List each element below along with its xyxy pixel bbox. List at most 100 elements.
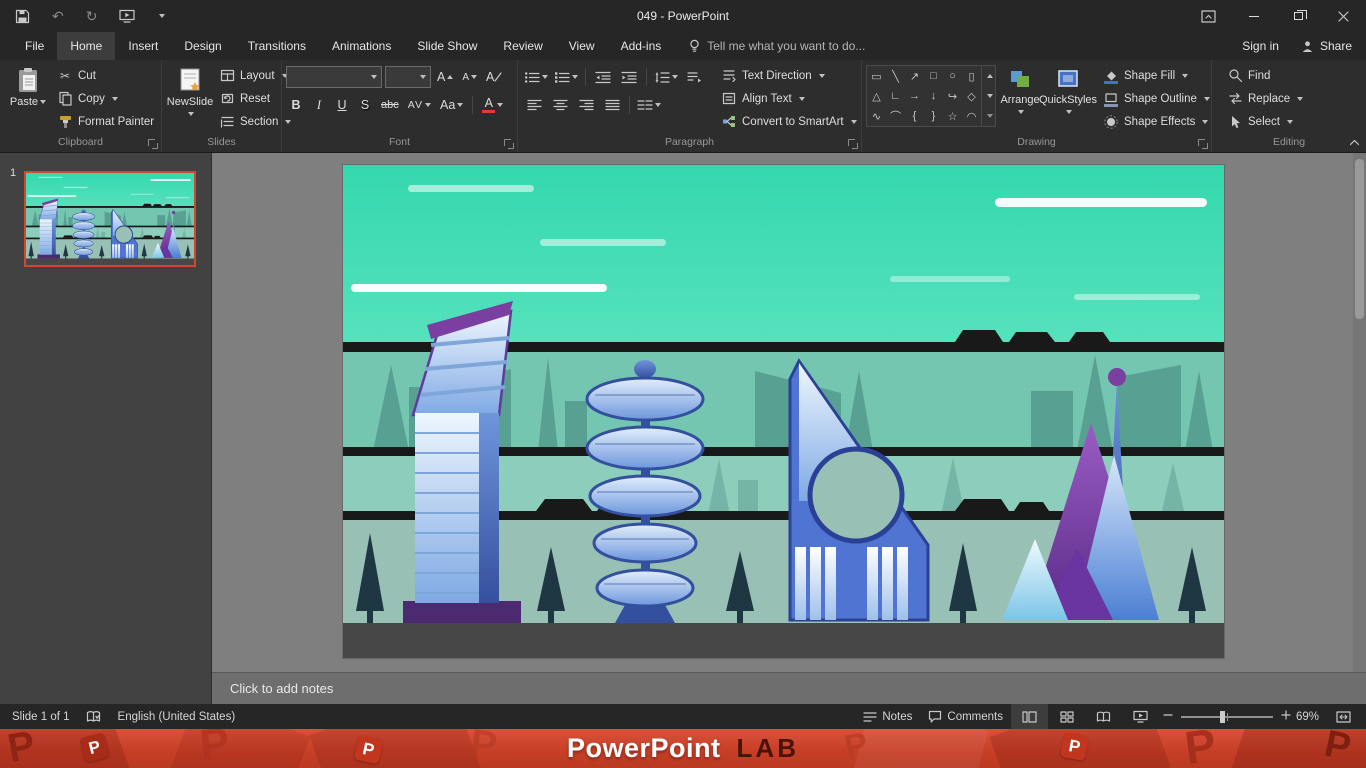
zoom-percentage[interactable]: 69% [1295,711,1325,723]
zoom-slider[interactable] [1181,710,1273,723]
shape-rounded-rectangle[interactable]: ▯ [962,66,981,86]
tab-home[interactable]: Home [57,32,116,60]
minimize-button[interactable] [1231,0,1276,32]
shape-diamond[interactable]: ◇ [962,86,981,106]
shapes-gallery-scrollbar[interactable] [981,66,995,126]
shape-left-brace[interactable]: { [905,106,924,126]
fit-slide-to-window-button[interactable] [1325,704,1362,729]
cut-button[interactable]: ✂ Cut [52,64,159,87]
shape-curve[interactable]: ∿ [867,106,886,126]
slide-show-button[interactable] [1122,704,1159,729]
tell-me-box[interactable]: Tell me what you want to do... [678,32,875,60]
font-dialog-launcher-icon[interactable] [504,139,514,149]
spell-check-button[interactable] [78,704,110,729]
shape-arc[interactable]: ⌒ [886,106,905,126]
save-button[interactable] [4,0,41,32]
increase-font-size-button[interactable]: A [434,66,456,88]
slide-thumbnail[interactable] [24,171,196,267]
drawing-dialog-launcher-icon[interactable] [1198,139,1208,149]
align-right-button[interactable] [574,94,598,116]
shape-star[interactable]: ☆ [943,106,962,126]
new-slide-button[interactable]: NewSlide [166,63,214,122]
font-color-button[interactable]: A [479,94,506,116]
change-case-button[interactable]: Aa [437,94,466,116]
close-button[interactable] [1321,0,1366,32]
font-size-combobox[interactable] [385,66,431,88]
shape-arrow-right[interactable]: → [905,86,924,106]
shape-chord[interactable]: ◠ [962,106,981,126]
find-button[interactable]: Find [1222,64,1308,87]
tab-animations[interactable]: Animations [319,32,404,60]
notes-toggle-button[interactable]: Notes [855,704,920,729]
slide-canvas[interactable] [343,165,1224,658]
reading-view-button[interactable] [1085,704,1122,729]
decrease-indent-button[interactable] [591,66,615,88]
shape-bent-arrow[interactable]: ↪ [943,86,962,106]
tab-review[interactable]: Review [490,32,555,60]
paste-button[interactable]: Paste [4,63,52,110]
bullets-button[interactable] [522,66,550,88]
shape-triangle[interactable]: △ [867,86,886,106]
arrange-button[interactable]: Arrange [996,63,1044,120]
tab-slide-show[interactable]: Slide Show [404,32,490,60]
redo-button[interactable]: ↻ [75,0,109,32]
shape-line[interactable]: ╲ [886,66,905,86]
format-painter-button[interactable]: Format Painter [52,110,159,133]
replace-button[interactable]: Replace [1222,87,1308,110]
justify-button[interactable] [600,94,624,116]
vertical-scrollbar[interactable] [1353,153,1366,672]
shape-textbox[interactable]: ▭ [867,66,886,86]
numbering-button[interactable] [552,66,580,88]
line-spacing-button[interactable] [652,66,680,88]
bold-button[interactable]: B [286,94,306,116]
shape-right-triangle[interactable]: ∟ [886,86,905,106]
align-text-button[interactable]: Align Text [716,87,862,110]
ribbon-display-options-button[interactable] [1186,0,1231,32]
shape-right-brace[interactable]: } [924,106,943,126]
text-shadow-button[interactable]: S [355,94,375,116]
left-to-right-button[interactable] [682,66,706,88]
shape-rectangle[interactable]: □ [924,66,943,86]
zoom-out-button[interactable] [1163,710,1173,723]
sign-in-link[interactable]: Sign in [1242,39,1279,53]
shape-oval[interactable]: ○ [943,66,962,86]
paragraph-dialog-launcher-icon[interactable] [848,139,858,149]
clipboard-dialog-launcher-icon[interactable] [148,139,158,149]
character-spacing-button[interactable]: AV [405,94,434,116]
restore-button[interactable] [1276,0,1321,32]
collapse-ribbon-button[interactable] [1349,135,1360,149]
notes-pane[interactable]: Click to add notes [212,672,1366,704]
slide-sorter-view-button[interactable] [1048,704,1085,729]
comments-toggle-button[interactable]: Comments [920,704,1011,729]
underline-button[interactable]: U [332,94,352,116]
normal-view-button[interactable] [1011,704,1048,729]
quick-styles-button[interactable]: QuickStyles [1039,63,1097,120]
shape-effects-button[interactable]: Shape Effects [1098,110,1215,133]
shape-fill-button[interactable]: Shape Fill [1098,64,1215,87]
strikethrough-button[interactable]: abc [378,94,402,116]
zoom-in-button[interactable] [1281,710,1291,723]
customize-qat-button[interactable] [146,0,176,32]
columns-button[interactable] [635,94,663,116]
shape-arrow-down[interactable]: ↓ [924,86,943,106]
tab-add-ins[interactable]: Add-ins [608,32,675,60]
select-button[interactable]: Select [1222,110,1308,133]
font-name-combobox[interactable] [286,66,382,88]
italic-button[interactable]: I [309,94,329,116]
increase-indent-button[interactable] [617,66,641,88]
language-indicator[interactable]: English (United States) [110,704,244,729]
align-left-button[interactable] [522,94,546,116]
shape-arrow-line[interactable]: ↗ [905,66,924,86]
tab-design[interactable]: Design [171,32,234,60]
text-direction-button[interactable]: Text Direction [716,64,862,87]
align-center-button[interactable] [548,94,572,116]
share-button[interactable]: Share [1301,39,1352,53]
undo-button[interactable]: ↶ [41,0,75,32]
tab-file[interactable]: File [12,32,57,60]
tab-view[interactable]: View [556,32,608,60]
start-from-beginning-button[interactable] [108,0,146,32]
scrollbar-thumb[interactable] [1355,159,1364,319]
zoom-slider-thumb[interactable] [1219,710,1225,723]
convert-to-smartart-button[interactable]: Convert to SmartArt [716,110,862,133]
decrease-font-size-button[interactable]: A [459,66,480,88]
